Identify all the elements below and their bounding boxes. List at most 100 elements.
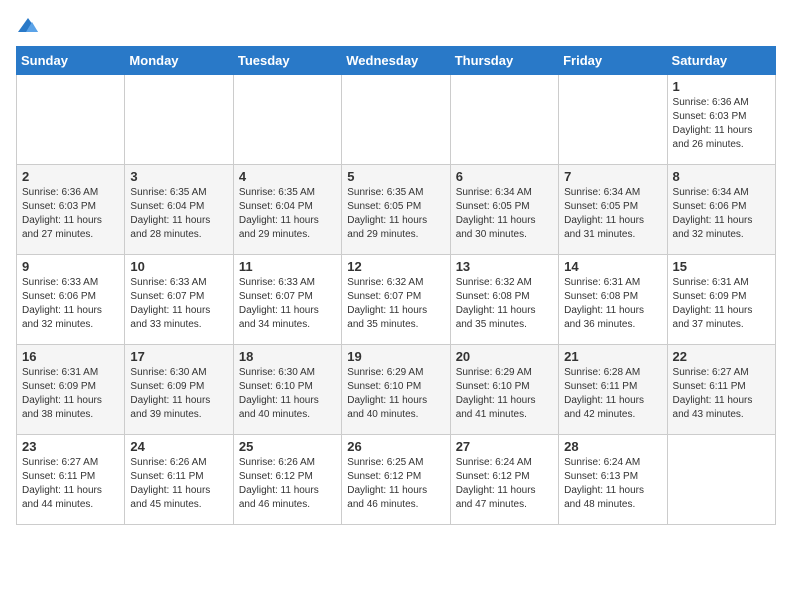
day-info: Sunrise: 6:29 AM Sunset: 6:10 PM Dayligh…: [347, 366, 444, 422]
day-info: Sunrise: 6:29 AM Sunset: 6:10 PM Dayligh…: [456, 366, 553, 422]
day-number: 24: [130, 439, 227, 454]
day-info: Sunrise: 6:34 AM Sunset: 6:05 PM Dayligh…: [564, 186, 661, 242]
day-info: Sunrise: 6:24 AM Sunset: 6:13 PM Dayligh…: [564, 456, 661, 512]
day-number: 17: [130, 349, 227, 364]
calendar-cell: 17 Sunrise: 6:30 AM Sunset: 6:09 PM Dayli…: [125, 345, 233, 435]
day-number: 22: [673, 349, 770, 364]
logo: [16, 16, 38, 34]
day-number: 4: [239, 169, 336, 184]
header-tuesday: Tuesday: [233, 47, 341, 75]
day-info: Sunrise: 6:33 AM Sunset: 6:06 PM Dayligh…: [22, 276, 119, 332]
day-info: Sunrise: 6:33 AM Sunset: 6:07 PM Dayligh…: [239, 276, 336, 332]
calendar-cell: [667, 435, 775, 525]
day-number: 23: [22, 439, 119, 454]
calendar-cell: 23 Sunrise: 6:27 AM Sunset: 6:11 PM Dayli…: [17, 435, 125, 525]
calendar-cell: 28Sunrise: 6:24 AM Sunset: 6:13 PM Dayli…: [559, 435, 667, 525]
header-friday: Friday: [559, 47, 667, 75]
day-info: Sunrise: 6:32 AM Sunset: 6:08 PM Dayligh…: [456, 276, 553, 332]
header-wednesday: Wednesday: [342, 47, 450, 75]
day-number: 16: [22, 349, 119, 364]
calendar-cell: [233, 75, 341, 165]
day-number: 26: [347, 439, 444, 454]
day-info: Sunrise: 6:26 AM Sunset: 6:11 PM Dayligh…: [130, 456, 227, 512]
calendar-cell: 27 Sunrise: 6:24 AM Sunset: 6:12 PM Dayli…: [450, 435, 558, 525]
day-info: Sunrise: 6:32 AM Sunset: 6:07 PM Dayligh…: [347, 276, 444, 332]
day-info: Sunrise: 6:34 AM Sunset: 6:05 PM Dayligh…: [456, 186, 553, 242]
day-number: 14: [564, 259, 661, 274]
calendar-cell: 4Sunrise: 6:35 AM Sunset: 6:04 PM Daylig…: [233, 165, 341, 255]
day-number: 6: [456, 169, 553, 184]
calendar-cell: 18 Sunrise: 6:30 AM Sunset: 6:10 PM Dayli…: [233, 345, 341, 435]
day-info: Sunrise: 6:31 AM Sunset: 6:09 PM Dayligh…: [22, 366, 119, 422]
calendar-cell: 6 Sunrise: 6:34 AM Sunset: 6:05 PM Daylig…: [450, 165, 558, 255]
day-info: Sunrise: 6:36 AM Sunset: 6:03 PM Dayligh…: [22, 186, 119, 242]
day-info: Sunrise: 6:35 AM Sunset: 6:05 PM Dayligh…: [347, 186, 444, 242]
calendar-cell: 11 Sunrise: 6:33 AM Sunset: 6:07 PM Dayli…: [233, 255, 341, 345]
calendar-cell: 14 Sunrise: 6:31 AM Sunset: 6:08 PM Dayli…: [559, 255, 667, 345]
calendar-cell: 1 Sunrise: 6:36 AM Sunset: 6:03 PM Daylig…: [667, 75, 775, 165]
day-number: 13: [456, 259, 553, 274]
day-info: Sunrise: 6:30 AM Sunset: 6:09 PM Dayligh…: [130, 366, 227, 422]
day-info: Sunrise: 6:35 AM Sunset: 6:04 PM Dayligh…: [130, 186, 227, 242]
day-number: 27: [456, 439, 553, 454]
calendar-cell: 20 Sunrise: 6:29 AM Sunset: 6:10 PM Dayli…: [450, 345, 558, 435]
logo-icon: [18, 18, 38, 34]
calendar-cell: 16 Sunrise: 6:31 AM Sunset: 6:09 PM Dayli…: [17, 345, 125, 435]
calendar-header-row: SundayMondayTuesdayWednesdayThursdayFrid…: [17, 47, 776, 75]
calendar-week-row: 16 Sunrise: 6:31 AM Sunset: 6:09 PM Dayli…: [17, 345, 776, 435]
calendar-cell: 3 Sunrise: 6:35 AM Sunset: 6:04 PM Daylig…: [125, 165, 233, 255]
day-number: 19: [347, 349, 444, 364]
day-number: 12: [347, 259, 444, 274]
calendar-week-row: 2 Sunrise: 6:36 AM Sunset: 6:03 PM Daylig…: [17, 165, 776, 255]
day-number: 7: [564, 169, 661, 184]
calendar-cell: 22 Sunrise: 6:27 AM Sunset: 6:11 PM Dayli…: [667, 345, 775, 435]
calendar-cell: 2 Sunrise: 6:36 AM Sunset: 6:03 PM Daylig…: [17, 165, 125, 255]
day-info: Sunrise: 6:36 AM Sunset: 6:03 PM Dayligh…: [673, 96, 770, 152]
day-number: 3: [130, 169, 227, 184]
calendar-table: SundayMondayTuesdayWednesdayThursdayFrid…: [16, 46, 776, 525]
calendar-cell: 8 Sunrise: 6:34 AM Sunset: 6:06 PM Daylig…: [667, 165, 775, 255]
calendar-cell: 12 Sunrise: 6:32 AM Sunset: 6:07 PM Dayli…: [342, 255, 450, 345]
header-sunday: Sunday: [17, 47, 125, 75]
calendar-week-row: 1 Sunrise: 6:36 AM Sunset: 6:03 PM Daylig…: [17, 75, 776, 165]
header-saturday: Saturday: [667, 47, 775, 75]
day-info: Sunrise: 6:28 AM Sunset: 6:11 PM Dayligh…: [564, 366, 661, 422]
calendar-cell: 21Sunrise: 6:28 AM Sunset: 6:11 PM Dayli…: [559, 345, 667, 435]
header-monday: Monday: [125, 47, 233, 75]
page-header: [16, 16, 776, 34]
day-info: Sunrise: 6:33 AM Sunset: 6:07 PM Dayligh…: [130, 276, 227, 332]
day-info: Sunrise: 6:30 AM Sunset: 6:10 PM Dayligh…: [239, 366, 336, 422]
day-number: 9: [22, 259, 119, 274]
calendar-cell: [450, 75, 558, 165]
day-number: 20: [456, 349, 553, 364]
day-number: 18: [239, 349, 336, 364]
calendar-cell: [559, 75, 667, 165]
day-info: Sunrise: 6:25 AM Sunset: 6:12 PM Dayligh…: [347, 456, 444, 512]
day-info: Sunrise: 6:26 AM Sunset: 6:12 PM Dayligh…: [239, 456, 336, 512]
day-number: 5: [347, 169, 444, 184]
day-number: 8: [673, 169, 770, 184]
day-info: Sunrise: 6:27 AM Sunset: 6:11 PM Dayligh…: [22, 456, 119, 512]
day-info: Sunrise: 6:24 AM Sunset: 6:12 PM Dayligh…: [456, 456, 553, 512]
day-info: Sunrise: 6:31 AM Sunset: 6:08 PM Dayligh…: [564, 276, 661, 332]
day-info: Sunrise: 6:31 AM Sunset: 6:09 PM Dayligh…: [673, 276, 770, 332]
calendar-cell: [342, 75, 450, 165]
day-info: Sunrise: 6:34 AM Sunset: 6:06 PM Dayligh…: [673, 186, 770, 242]
calendar-cell: 26 Sunrise: 6:25 AM Sunset: 6:12 PM Dayli…: [342, 435, 450, 525]
day-info: Sunrise: 6:27 AM Sunset: 6:11 PM Dayligh…: [673, 366, 770, 422]
calendar-cell: [125, 75, 233, 165]
day-number: 15: [673, 259, 770, 274]
calendar-cell: 25 Sunrise: 6:26 AM Sunset: 6:12 PM Dayli…: [233, 435, 341, 525]
calendar-cell: 24 Sunrise: 6:26 AM Sunset: 6:11 PM Dayli…: [125, 435, 233, 525]
day-number: 25: [239, 439, 336, 454]
calendar-cell: 7 Sunrise: 6:34 AM Sunset: 6:05 PM Daylig…: [559, 165, 667, 255]
day-number: 2: [22, 169, 119, 184]
calendar-cell: 9 Sunrise: 6:33 AM Sunset: 6:06 PM Daylig…: [17, 255, 125, 345]
calendar-cell: 10Sunrise: 6:33 AM Sunset: 6:07 PM Dayli…: [125, 255, 233, 345]
calendar-cell: 13 Sunrise: 6:32 AM Sunset: 6:08 PM Dayli…: [450, 255, 558, 345]
day-number: 1: [673, 79, 770, 94]
calendar-cell: [17, 75, 125, 165]
header-thursday: Thursday: [450, 47, 558, 75]
day-number: 11: [239, 259, 336, 274]
calendar-cell: 19 Sunrise: 6:29 AM Sunset: 6:10 PM Dayli…: [342, 345, 450, 435]
